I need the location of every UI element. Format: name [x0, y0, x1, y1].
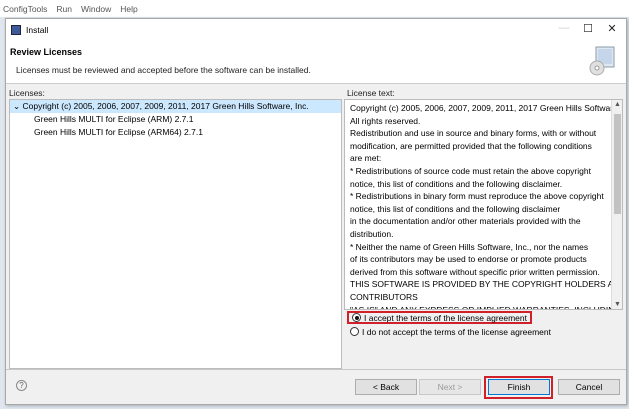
decline-radio[interactable]: I do not accept the terms of the license… — [347, 325, 554, 338]
back-button[interactable]: < Back — [355, 379, 417, 395]
accept-radio[interactable]: I accept the terms of the license agreem… — [347, 311, 533, 324]
divider — [6, 369, 626, 370]
license-line: derived from this software without speci… — [350, 266, 600, 277]
next-button[interactable]: Next > — [419, 379, 481, 395]
menu-configtools[interactable]: ConfigTools — [3, 4, 47, 14]
license-line: * Redistributions of source code must re… — [350, 165, 591, 176]
tree-item-arm[interactable]: Green Hills MULTI for Eclipse (ARM) 2.7.… — [10, 113, 341, 126]
scroll-up-icon[interactable]: ▲ — [612, 101, 622, 108]
title-bar: Install — ☐ ✕ — [6, 19, 626, 41]
licenses-label: Licenses: — [9, 88, 45, 98]
tree-item-arm64[interactable]: Green Hills MULTI for Eclipse (ARM64) 2.… — [10, 126, 341, 139]
menu-window[interactable]: Window — [81, 4, 111, 14]
cancel-button[interactable]: Cancel — [558, 379, 620, 395]
license-text-area[interactable]: Copyright (c) 2005, 2006, 2007, 2009, 20… — [344, 99, 623, 310]
scroll-down-icon[interactable]: ▼ — [612, 301, 622, 308]
license-line: Redistribution and use in source and bin… — [350, 128, 597, 139]
licenses-tree[interactable]: ⌄ Copyright (c) 2005, 2006, 2007, 2009, … — [9, 99, 342, 369]
install-monitor-icon — [589, 46, 615, 76]
license-line: notice, this list of conditions and the … — [350, 178, 563, 189]
license-line: are met: — [350, 153, 382, 164]
license-line: THIS SOFTWARE IS PROVIDED BY THE COPYRIG… — [350, 279, 623, 290]
menu-help[interactable]: Help — [120, 4, 137, 14]
maximize-button[interactable]: ☐ — [578, 22, 598, 38]
install-dialog: Install — ☐ ✕ Review Licenses Licenses m… — [5, 18, 627, 405]
page-title: Review Licenses — [10, 47, 83, 57]
license-line: All rights reserved. — [350, 115, 421, 126]
close-button[interactable]: ✕ — [602, 22, 622, 38]
license-line: in the documentation and/or other materi… — [350, 216, 581, 227]
license-text-content: Copyright (c) 2005, 2006, 2007, 2009, 20… — [350, 102, 623, 310]
scrollbar-thumb[interactable] — [614, 114, 621, 214]
decline-label: I do not accept the terms of the license… — [362, 326, 551, 337]
license-line: * Neither the name of Green Hills Softwa… — [350, 241, 589, 252]
help-icon[interactable]: ? — [16, 380, 27, 391]
app-icon — [11, 25, 21, 35]
license-line: Copyright (c) 2005, 2006, 2007, 2009, 20… — [350, 103, 623, 113]
vertical-scrollbar[interactable]: ▲ ▼ — [611, 100, 622, 309]
license-line: notice, this list of conditions and the … — [350, 203, 561, 214]
finish-button[interactable]: Finish — [488, 379, 550, 395]
license-line: distribution. — [350, 228, 394, 239]
tree-item-copyright[interactable]: ⌄ Copyright (c) 2005, 2006, 2007, 2009, … — [10, 100, 341, 113]
license-line: modification, are permitted provided tha… — [350, 140, 592, 151]
radio-unselected-icon[interactable] — [350, 327, 359, 336]
license-line: of its contributors may be used to endor… — [350, 254, 587, 265]
license-line: "AS IS" AND ANY EXPRESS OR IMPLIED WARRA… — [350, 304, 623, 310]
license-line: * Redistributions in binary form must re… — [350, 191, 604, 202]
dialog-title: Install — [26, 25, 49, 35]
menu-run[interactable]: Run — [56, 4, 72, 14]
accept-label: I accept the terms of the license agreem… — [364, 312, 528, 323]
license-text-label: License text: — [347, 88, 395, 98]
menu-bar: ConfigTools Run Window Help — [0, 0, 629, 17]
minimize-button[interactable]: — — [554, 22, 574, 38]
license-line: CONTRIBUTORS — [350, 291, 418, 302]
radio-selected-icon[interactable] — [352, 313, 361, 322]
wizard-header: Review Licenses Licenses must be reviewe… — [6, 41, 626, 84]
page-description: Licenses must be reviewed and accepted b… — [16, 65, 311, 75]
chevron-down-icon[interactable]: ⌄ — [13, 101, 20, 111]
